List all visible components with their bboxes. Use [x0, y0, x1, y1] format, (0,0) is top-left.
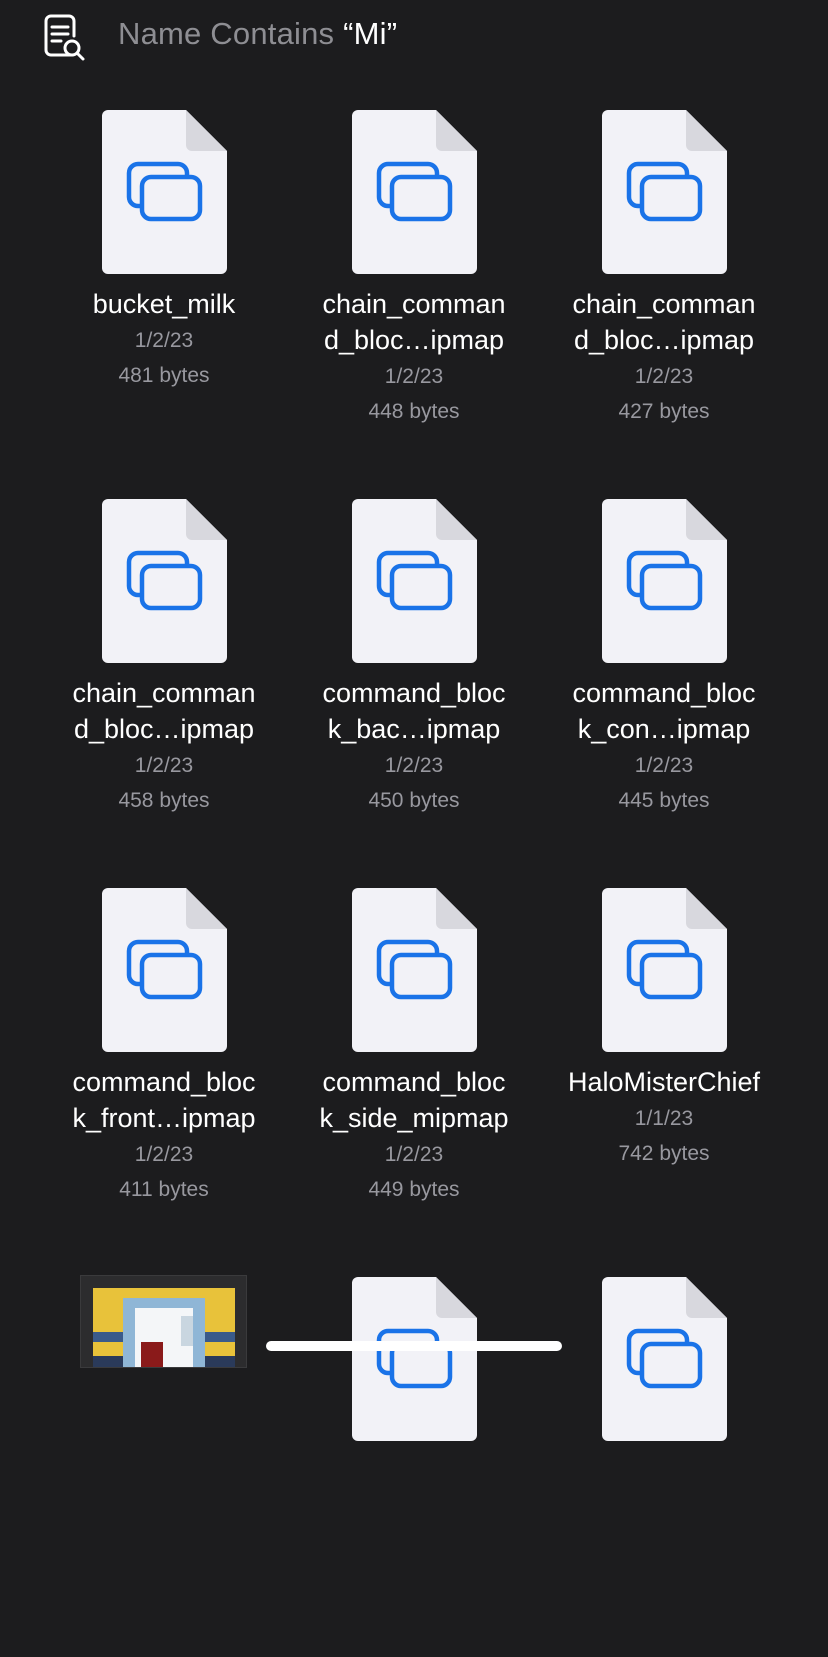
file-size: 458 bytes — [118, 789, 210, 812]
file-size: 445 bytes — [618, 789, 710, 812]
document-page-icon — [602, 110, 727, 274]
file-item[interactable]: chain_comman d_bloc…ipmap 1/2/23 448 byt… — [289, 110, 539, 490]
pixel-art-image — [81, 1276, 246, 1367]
document-page-icon — [102, 888, 227, 1052]
file-date: 1/2/23 — [134, 754, 194, 777]
document-thumbnail — [352, 499, 477, 663]
file-date: 1/1/23 — [634, 1107, 694, 1130]
document-thumbnail — [602, 499, 727, 663]
file-size: 411 bytes — [119, 1178, 209, 1201]
file-name: chain_comman d_bloc…ipmap — [572, 289, 756, 355]
document-thumbnail — [352, 1277, 477, 1441]
file-item[interactable]: command_bloc k_front…ipmap 1/2/23 411 by… — [39, 888, 289, 1268]
document-thumbnail — [102, 110, 227, 274]
file-name: chain_comman d_bloc…ipmap — [322, 289, 506, 355]
file-name: command_bloc k_side_mipmap — [319, 1067, 509, 1133]
file-item[interactable] — [289, 1277, 539, 1657]
image-thumbnail[interactable] — [80, 1275, 247, 1368]
file-date: 1/2/23 — [134, 329, 194, 352]
file-date: 1/2/23 — [634, 365, 694, 388]
file-date: 1/2/23 — [384, 1143, 444, 1166]
file-item[interactable]: chain_comman d_bloc…ipmap 1/2/23 458 byt… — [39, 499, 289, 879]
file-size: 481 bytes — [118, 364, 210, 387]
document-page-icon — [102, 110, 227, 274]
file-name: chain_comman d_bloc…ipmap — [72, 678, 256, 744]
file-size: 427 bytes — [618, 400, 710, 423]
file-grid: bucket_milk 1/2/23 481 bytes chain_comma… — [0, 0, 828, 1441]
file-name: bucket_milk — [92, 289, 236, 319]
document-page-icon — [602, 499, 727, 663]
document-thumbnail — [352, 888, 477, 1052]
home-indicator[interactable] — [266, 1341, 562, 1351]
file-item[interactable]: chain_comman d_bloc…ipmap 1/2/23 427 byt… — [539, 110, 789, 490]
file-item[interactable]: bucket_milk 1/2/23 481 bytes — [39, 110, 289, 490]
file-size: 742 bytes — [618, 1142, 710, 1165]
document-page-icon — [602, 888, 727, 1052]
file-item[interactable]: HaloMisterChief 1/1/23 742 bytes — [539, 888, 789, 1268]
file-item[interactable]: command_bloc k_side_mipmap 1/2/23 449 by… — [289, 888, 539, 1268]
file-name: command_bloc k_bac…ipmap — [322, 678, 506, 744]
file-date: 1/2/23 — [634, 754, 694, 777]
file-item[interactable]: command_bloc k_bac…ipmap 1/2/23 450 byte… — [289, 499, 539, 879]
file-name: command_bloc k_front…ipmap — [72, 1067, 256, 1133]
document-page-icon — [352, 888, 477, 1052]
document-thumbnail — [602, 1277, 727, 1441]
document-page-icon — [352, 1277, 477, 1441]
document-thumbnail — [352, 110, 477, 274]
file-size: 450 bytes — [368, 789, 460, 812]
document-page-icon — [102, 499, 227, 663]
document-page-icon — [352, 499, 477, 663]
file-date: 1/2/23 — [384, 365, 444, 388]
file-date: 1/2/23 — [384, 754, 444, 777]
file-size: 448 bytes — [368, 400, 460, 423]
document-page-icon — [352, 110, 477, 274]
file-item[interactable] — [539, 1277, 789, 1657]
file-item[interactable]: command_bloc k_con…ipmap 1/2/23 445 byte… — [539, 499, 789, 879]
document-thumbnail — [102, 888, 227, 1052]
document-thumbnail — [602, 110, 727, 274]
document-thumbnail — [602, 888, 727, 1052]
file-name: HaloMisterChief — [567, 1067, 761, 1097]
file-name: command_bloc k_con…ipmap — [572, 678, 756, 744]
document-thumbnail — [102, 499, 227, 663]
document-page-icon — [602, 1277, 727, 1441]
file-size: 449 bytes — [368, 1178, 460, 1201]
file-date: 1/2/23 — [134, 1143, 194, 1166]
